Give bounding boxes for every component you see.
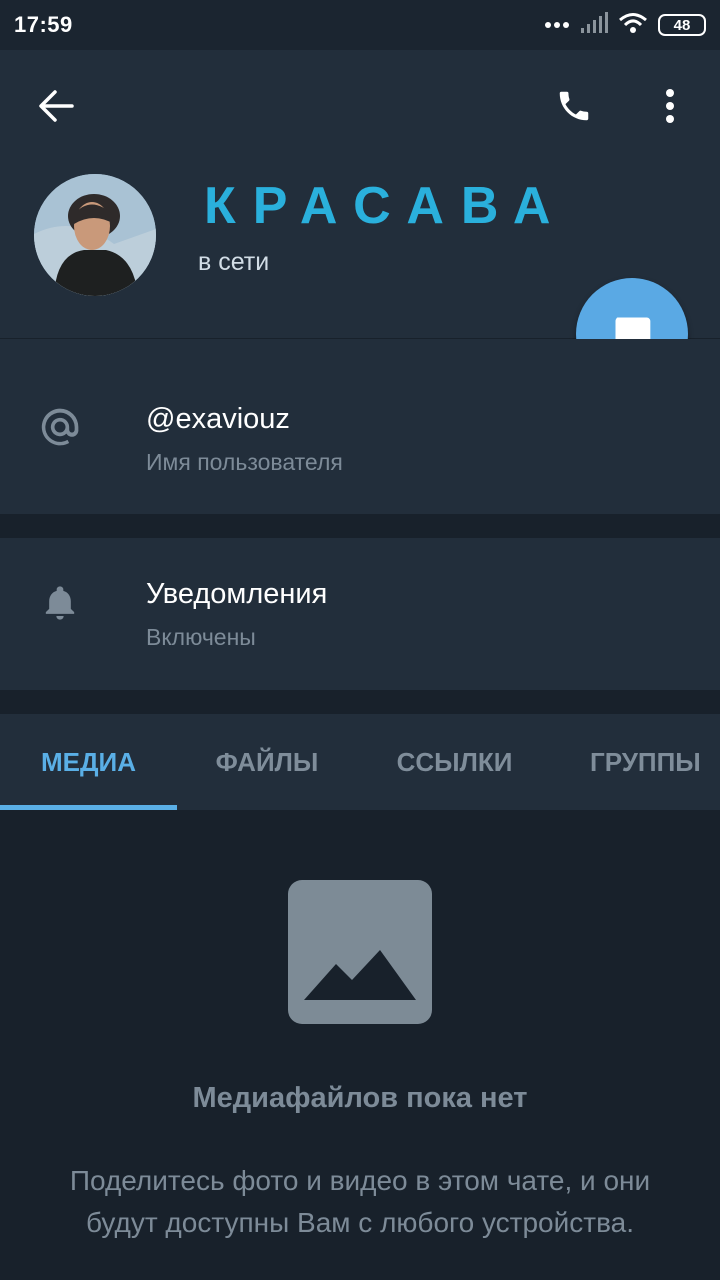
profile-name: КРАСАВА [204, 177, 568, 235]
status-indicators: 48 [544, 11, 706, 39]
username-row[interactable]: @exaviouz Имя пользователя [0, 339, 720, 514]
battery-indicator: 48 [658, 14, 706, 36]
active-tab-indicator [0, 805, 177, 810]
status-time: 17:59 [14, 12, 73, 37]
signal-icon [580, 11, 608, 39]
empty-state-title: Медиафайлов пока нет [192, 1082, 528, 1114]
tab-media[interactable]: МЕДИА [0, 714, 177, 810]
image-placeholder-icon [288, 880, 432, 1024]
back-button[interactable] [26, 82, 86, 130]
empty-state-description-line1: Поделитесь фото и видео в этом чате, и о… [69, 1165, 651, 1196]
username-label: Имя пользователя [146, 449, 343, 475]
empty-state-description: Поделитесь фото и видео в этом чате, и о… [20, 1160, 700, 1244]
more-options-button[interactable] [650, 80, 690, 132]
status-bar: 17:59 48 [0, 0, 720, 50]
notifications-title: Уведомления [146, 578, 328, 610]
call-button[interactable] [546, 80, 602, 132]
dots-icon [544, 16, 570, 34]
bell-icon [38, 580, 82, 626]
wifi-icon [618, 12, 648, 39]
avatar-image [34, 174, 156, 296]
username-value: @exaviouz [146, 403, 290, 435]
media-tabs: МЕДИА ФАЙЛЫ ССЫЛКИ ГРУППЫ [0, 714, 720, 810]
more-vertical-icon [666, 89, 674, 123]
phone-icon [559, 91, 589, 121]
avatar[interactable] [34, 174, 156, 296]
at-icon [36, 403, 84, 451]
online-status: в сети [198, 248, 270, 276]
tab-groups[interactable]: ГРУППЫ [552, 714, 720, 810]
tab-files[interactable]: ФАЙЛЫ [177, 714, 357, 810]
arrow-left-icon [39, 90, 74, 122]
notifications-status: Включены [146, 624, 256, 650]
tab-links[interactable]: ССЫЛКИ [357, 714, 552, 810]
notifications-row[interactable]: Уведомления Включены [0, 538, 720, 690]
empty-state-description-line2: будут доступны Вам с любого устройства. [86, 1207, 634, 1238]
